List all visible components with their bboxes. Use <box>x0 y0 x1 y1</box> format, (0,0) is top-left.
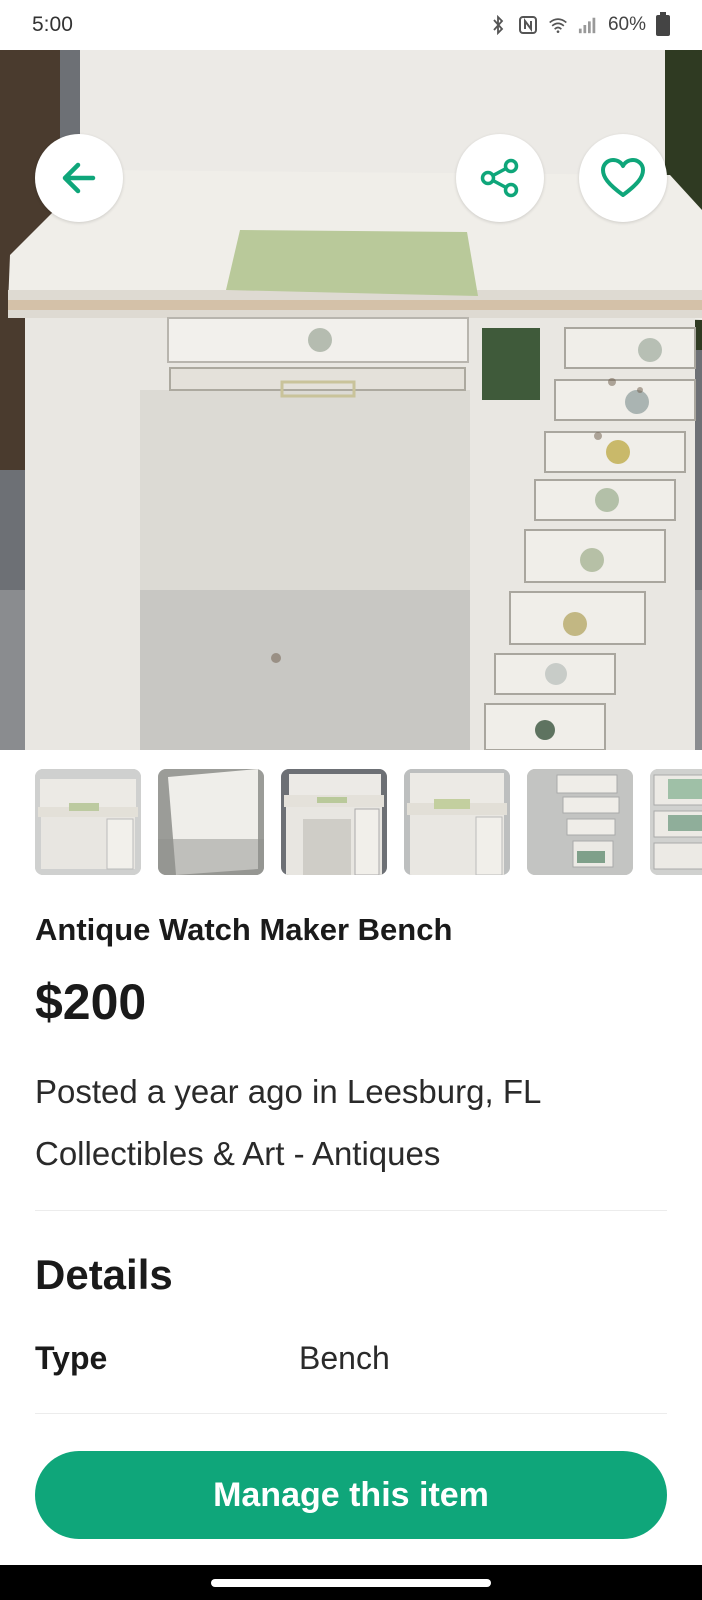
divider <box>35 1210 667 1211</box>
photo-thumbnails <box>35 769 702 875</box>
manage-item-button[interactable]: Manage this item <box>35 1451 667 1539</box>
back-button[interactable] <box>35 134 123 222</box>
home-handle[interactable] <box>211 1579 491 1587</box>
listing-category[interactable]: Collectibles & Art - Antiques <box>35 1135 440 1173</box>
listing-price: $200 <box>35 974 147 1030</box>
thumbnail-3[interactable] <box>281 769 387 875</box>
status-icons: 60% <box>488 11 670 36</box>
battery-percent: 60% <box>607 14 646 35</box>
divider <box>35 1413 667 1414</box>
thumbnail-1[interactable] <box>35 769 141 875</box>
arrow-left-icon <box>57 156 101 200</box>
wifi-icon <box>548 15 568 35</box>
listing-photo[interactable] <box>0 50 702 750</box>
status-time: 5:00 <box>32 13 73 36</box>
signal-icon <box>578 15 598 35</box>
thumbnail-6[interactable] <box>650 769 702 875</box>
bluetooth-icon <box>488 15 508 35</box>
thumbnail-4[interactable] <box>404 769 510 875</box>
heart-icon <box>600 157 646 199</box>
status-bar: 5:00 60% <box>0 0 702 50</box>
battery-icon <box>656 11 670 36</box>
posted-info: Posted a year ago in Leesburg, FL <box>35 1073 542 1110</box>
detail-type-label: Type <box>35 1340 108 1376</box>
navigation-bar <box>0 1565 702 1600</box>
share-icon <box>478 156 522 200</box>
nfc-icon <box>518 15 538 35</box>
favorite-button[interactable] <box>579 134 667 222</box>
thumbnail-2[interactable] <box>158 769 264 875</box>
detail-type-value: Bench <box>299 1340 390 1376</box>
details-heading: Details <box>35 1251 173 1298</box>
listing-title: Antique Watch Maker Bench <box>35 912 453 947</box>
share-button[interactable] <box>456 134 544 222</box>
thumbnail-5[interactable] <box>527 769 633 875</box>
